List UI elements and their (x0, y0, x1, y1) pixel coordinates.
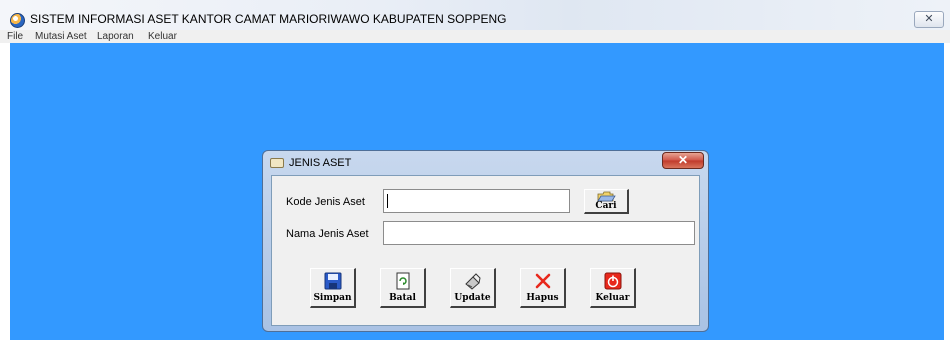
pen-icon (464, 273, 481, 290)
dialog-icon (270, 158, 284, 168)
menu-laporan[interactable]: Laporan (97, 30, 134, 43)
title-bar: SISTEM INFORMASI ASET KANTOR CAMAT MARIO… (0, 0, 950, 30)
batal-label: Batal (389, 293, 416, 303)
window-close-button[interactable]: ✕ (914, 11, 944, 28)
cari-button[interactable]: Cari (584, 189, 629, 214)
menu-keluar[interactable]: Keluar (148, 30, 177, 43)
simpan-label: Simpan (313, 293, 352, 303)
menu-mutasi-aset[interactable]: Mutasi Aset (35, 30, 87, 43)
batal-button[interactable]: Batal (380, 268, 426, 308)
document-icon (396, 272, 409, 290)
jenis-aset-dialog: JENIS ASET ✕ Kode Jenis Aset Cari Nama J… (262, 150, 709, 332)
menu-file[interactable]: File (7, 30, 23, 43)
text-caret (387, 194, 388, 208)
delete-x-icon (535, 273, 550, 289)
menu-bar: File Mutasi Aset Laporan Keluar (0, 30, 950, 43)
keluar-label: Keluar (595, 293, 630, 303)
nama-jenis-aset-input[interactable] (383, 221, 695, 245)
simpan-button[interactable]: Simpan (310, 268, 356, 308)
app-icon (10, 13, 25, 28)
update-label: Update (454, 293, 491, 303)
window-title: SISTEM INFORMASI ASET KANTOR CAMAT MARIO… (30, 12, 507, 26)
keluar-button[interactable]: Keluar (590, 268, 636, 308)
kode-jenis-aset-label: Kode Jenis Aset (286, 196, 365, 208)
power-icon (604, 272, 621, 290)
update-button[interactable]: Update (450, 268, 496, 308)
kode-jenis-aset-input[interactable] (383, 189, 570, 213)
dialog-body: Kode Jenis Aset Cari Nama Jenis Aset Sim… (271, 175, 700, 326)
floppy-disk-icon (324, 272, 341, 290)
dialog-title: JENIS ASET (289, 157, 352, 169)
nama-jenis-aset-label: Nama Jenis Aset (286, 228, 369, 240)
cari-label: Cari (595, 201, 617, 211)
hapus-button[interactable]: Hapus (520, 268, 566, 308)
hapus-label: Hapus (526, 293, 559, 303)
dialog-close-button[interactable]: ✕ (662, 152, 704, 169)
